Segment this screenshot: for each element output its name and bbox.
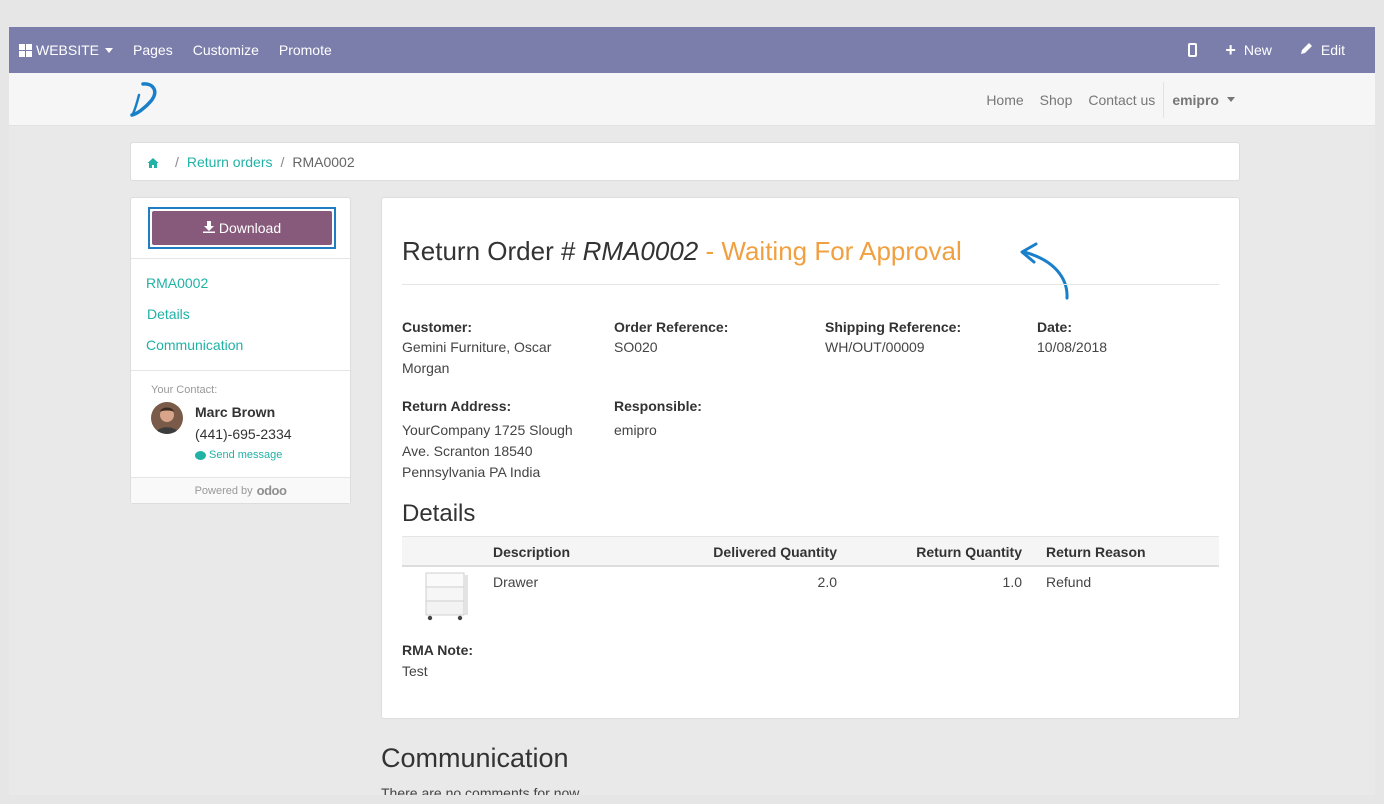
breadcrumb-separator: / — [280, 153, 285, 170]
column-delivered-quantity: Delivered Quantity — [713, 544, 837, 560]
row-return-reason: Refund — [1046, 574, 1092, 590]
customer-value-line2: Morgan — [402, 360, 450, 376]
date-value: 10/08/2018 — [1037, 339, 1108, 355]
edit-button-label: Edit — [1320, 42, 1345, 58]
breadcrumb-current: RMA0002 — [292, 153, 355, 170]
responsible-value: emipro — [614, 422, 657, 438]
user-menu[interactable]: emipro — [1163, 81, 1235, 118]
return-address-line3: Pennsylvania PA India — [402, 464, 541, 480]
details-table-header: Description Delivered Quantity Return Qu… — [402, 536, 1219, 567]
title-divider — [402, 284, 1219, 285]
powered-by-label: Powered by — [194, 484, 253, 497]
powered-by: Powered by odoo — [131, 477, 350, 503]
pencil-icon — [1300, 42, 1313, 58]
odoo-logo-text: odoo — [256, 483, 287, 498]
company-logo[interactable] — [129, 81, 163, 122]
nav-home[interactable]: Home — [986, 92, 1023, 108]
sidebar: Download RMA0002 Details Communication Y… — [130, 197, 351, 504]
send-message-label: Send message — [209, 449, 283, 461]
details-title: Details — [402, 500, 476, 527]
breadcrumb-separator: / — [175, 153, 179, 170]
order-title: Return Order # RMA0002 - Waiting For App… — [402, 236, 962, 267]
return-address-line1: YourCompany 1725 Slough — [402, 422, 573, 438]
return-address-line2: Ave. Scranton 18540 — [402, 443, 533, 459]
menu-promote[interactable]: Promote — [279, 27, 332, 73]
rma-note-value: Test — [402, 663, 428, 679]
plus-icon: + — [1225, 40, 1236, 60]
communication-empty-text: There are no comments for now. — [381, 785, 583, 795]
communication-title: Communication — [381, 743, 569, 773]
breadcrumb: / Return orders / RMA0002 — [130, 142, 1240, 181]
column-return-reason: Return Reason — [1046, 544, 1146, 560]
site-header: Home Shop Contact us emipro — [9, 73, 1375, 126]
column-description: Description — [493, 544, 571, 560]
annotation-arrow-icon — [1012, 240, 1072, 305]
user-name: emipro — [1172, 91, 1219, 108]
download-button-focus-ring: Download — [148, 207, 336, 249]
return-address-label: Return Address: — [402, 398, 512, 414]
order-reference-label: Order Reference: — [614, 319, 729, 335]
nav-contact-us[interactable]: Contact us — [1088, 92, 1155, 108]
sidebar-link-communication[interactable]: Communication — [146, 337, 243, 353]
menu-customize[interactable]: Customize — [193, 27, 259, 73]
customer-label: Customer: — [402, 319, 473, 335]
home-icon[interactable] — [147, 156, 159, 168]
new-button-label: New — [1243, 42, 1272, 58]
download-button[interactable]: Download — [152, 211, 332, 245]
new-button[interactable]: + New — [1225, 27, 1272, 73]
contact-title: Your Contact: — [151, 384, 218, 396]
send-message-link[interactable]: Send message — [195, 449, 282, 461]
mobile-preview-button[interactable] — [1188, 27, 1198, 73]
row-delivered-quantity: 2.0 — [817, 574, 837, 590]
download-icon — [202, 220, 215, 236]
contact-phone: (441)-695-2334 — [195, 426, 292, 442]
return-order-card: Return Order # RMA0002 - Waiting For App… — [381, 197, 1240, 719]
breadcrumb-return-orders[interactable]: Return orders — [187, 154, 273, 170]
divider — [131, 370, 350, 371]
website-menu-label: WEBSITE — [36, 42, 100, 58]
order-reference-value: SO020 — [614, 339, 658, 355]
date-label: Date: — [1037, 319, 1073, 335]
responsible-label: Responsible: — [614, 398, 702, 414]
contact-name: Marc Brown — [195, 404, 276, 420]
order-title-prefix: Return Order # — [402, 236, 576, 266]
website-menu[interactable]: WEBSITE — [19, 27, 114, 73]
browser-viewport: WEBSITE Pages Customize Promote + New Ed… — [9, 27, 1375, 795]
row-return-quantity: 1.0 — [1002, 574, 1022, 590]
edit-button[interactable]: Edit — [1300, 27, 1345, 73]
download-label: Download — [218, 220, 282, 236]
divider — [131, 258, 350, 259]
odoo-logo[interactable]: odoo — [257, 483, 287, 498]
mobile-icon — [1188, 43, 1198, 57]
apps-grid-icon — [19, 43, 32, 57]
admin-topbar: WEBSITE Pages Customize Promote + New Ed… — [9, 27, 1375, 73]
sidebar-link-details[interactable]: Details — [147, 306, 190, 322]
caret-down-icon — [1227, 97, 1235, 102]
avatar — [151, 402, 183, 434]
shipping-reference-label: Shipping Reference: — [825, 319, 962, 335]
caret-down-icon — [105, 47, 114, 53]
customer-value-line1: Gemini Furniture, Oscar — [402, 339, 552, 355]
rma-note-label: RMA Note: — [402, 642, 474, 658]
site-nav: Home Shop Contact us emipro — [970, 73, 1235, 126]
shipping-reference-value: WH/OUT/00009 — [825, 339, 925, 355]
product-image-drawer — [422, 571, 470, 624]
nav-shop[interactable]: Shop — [1040, 92, 1073, 108]
order-state: - Waiting For Approval — [705, 236, 962, 266]
column-return-quantity: Return Quantity — [916, 544, 1022, 560]
sidebar-link-rma[interactable]: RMA0002 — [146, 275, 208, 291]
menu-pages[interactable]: Pages — [133, 27, 173, 73]
order-reference: RMA0002 — [582, 236, 699, 266]
row-description: Drawer — [493, 574, 539, 590]
chat-icon — [195, 450, 206, 460]
